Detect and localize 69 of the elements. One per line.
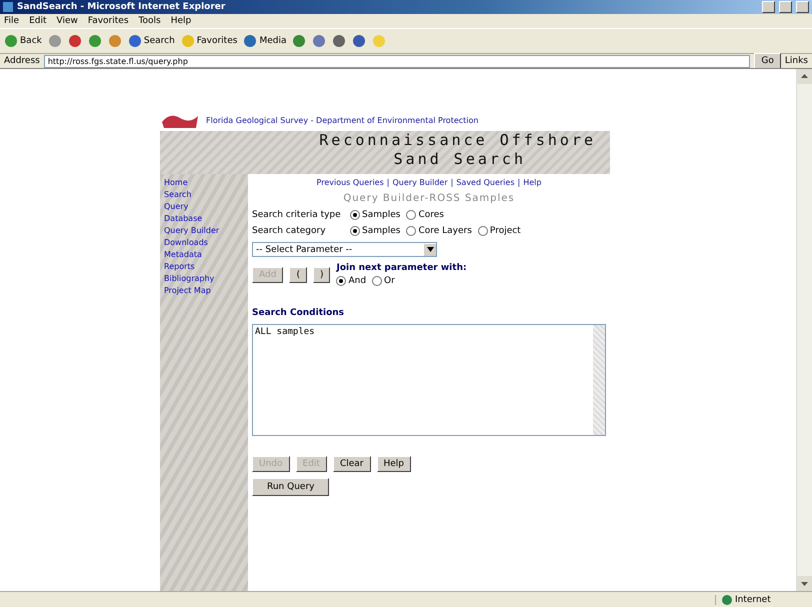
nav-link[interactable]: Saved Queries [456, 178, 514, 187]
browser-icon [3, 2, 13, 12]
conditions-field[interactable]: ALL samples [252, 324, 606, 436]
radio-option[interactable]: Samples [350, 210, 400, 220]
radio-option[interactable]: Samples [350, 226, 400, 236]
parameter-button[interactable]: ( [289, 266, 307, 282]
toolbar-label[interactable]: Back [20, 36, 42, 46]
action-button[interactable]: Help [376, 456, 412, 472]
separator: | [386, 178, 390, 187]
scroll-up-button[interactable] [797, 69, 812, 84]
header-link[interactable]: Florida Geological Survey - Department of Environmental Protection [206, 116, 478, 124]
radio-option[interactable]: Project [478, 226, 521, 236]
minimize-button[interactable] [762, 1, 775, 13]
radio-button[interactable] [350, 210, 360, 220]
sidebar-link[interactable]: Metadata [164, 250, 246, 259]
page-title: Sand Search [394, 150, 526, 169]
radio-button[interactable] [406, 226, 416, 236]
section-title: Query Builder-ROSS Samples [342, 193, 516, 204]
menu-item[interactable]: Help [170, 16, 192, 26]
links-label[interactable]: Links [784, 56, 808, 66]
nav-link[interactable]: Help [523, 178, 542, 187]
field-label: Search category [252, 226, 327, 236]
go-button[interactable]: Go [754, 53, 781, 69]
nav-link[interactable]: Previous Queries [316, 178, 384, 187]
address-field[interactable]: http://ross.fgs.state.fl.us/query.php [44, 54, 750, 68]
sidebar-link[interactable]: Project Map [164, 286, 246, 295]
radio-button[interactable] [478, 226, 488, 236]
scroll-down-button[interactable] [797, 576, 812, 591]
radio-option[interactable]: Cores [406, 210, 444, 220]
nav-link[interactable]: Query Builder [392, 178, 448, 187]
radio-button[interactable] [372, 276, 382, 286]
toolbar-label[interactable]: Media [259, 36, 286, 46]
sidebar-link[interactable]: Search [164, 190, 246, 199]
page-title: Reconnaissance Offshore [319, 131, 596, 150]
separator: | [450, 178, 454, 187]
parameter-select[interactable]: -- Select Parameter -- [252, 242, 437, 257]
menu-item[interactable]: View [56, 16, 78, 26]
sidebar-link[interactable]: Home [164, 178, 246, 187]
sidebar-link[interactable]: Reports [164, 262, 246, 271]
close-button[interactable] [796, 1, 809, 13]
sidebar-link[interactable]: Bibliography [164, 274, 246, 283]
menu-item[interactable]: Favorites [88, 16, 129, 26]
toolbar-label[interactable]: Favorites [196, 36, 238, 46]
radio-option[interactable]: Or [372, 276, 395, 286]
radio-button[interactable] [350, 226, 360, 236]
parameter-button[interactable]: ) [312, 266, 330, 282]
menu-item[interactable]: File [4, 16, 20, 26]
separator: | [518, 178, 520, 187]
sidebar-link[interactable]: Downloads [164, 238, 246, 247]
radio-option[interactable]: And [336, 276, 366, 286]
conditions-label: Search Conditions [252, 308, 346, 318]
maximize-button[interactable] [779, 1, 792, 13]
radio-button[interactable] [406, 210, 416, 220]
radio-button[interactable] [336, 276, 346, 286]
field-label: Search criteria type [252, 210, 342, 220]
run-query-button[interactable]: Run Query [252, 478, 330, 496]
menu-item[interactable]: Tools [138, 16, 161, 26]
action-button[interactable]: Clear [332, 456, 370, 472]
radio-option[interactable]: Core Layers [406, 226, 472, 236]
menu-item[interactable]: Edit [29, 16, 46, 26]
address-label: Address [4, 56, 40, 66]
window-title: SandSearch - Microsoft Internet Explorer [17, 2, 226, 12]
toolbar-label[interactable]: Search [144, 36, 175, 46]
scrollbar[interactable] [796, 69, 812, 591]
sidebar-link[interactable]: Query Builder [164, 226, 246, 235]
sidebar-link[interactable]: Query [164, 202, 246, 211]
join-label: Join next parameter with: [336, 263, 467, 273]
sidebar-link[interactable]: Database [164, 214, 246, 223]
status-zone: Internet [735, 594, 771, 604]
